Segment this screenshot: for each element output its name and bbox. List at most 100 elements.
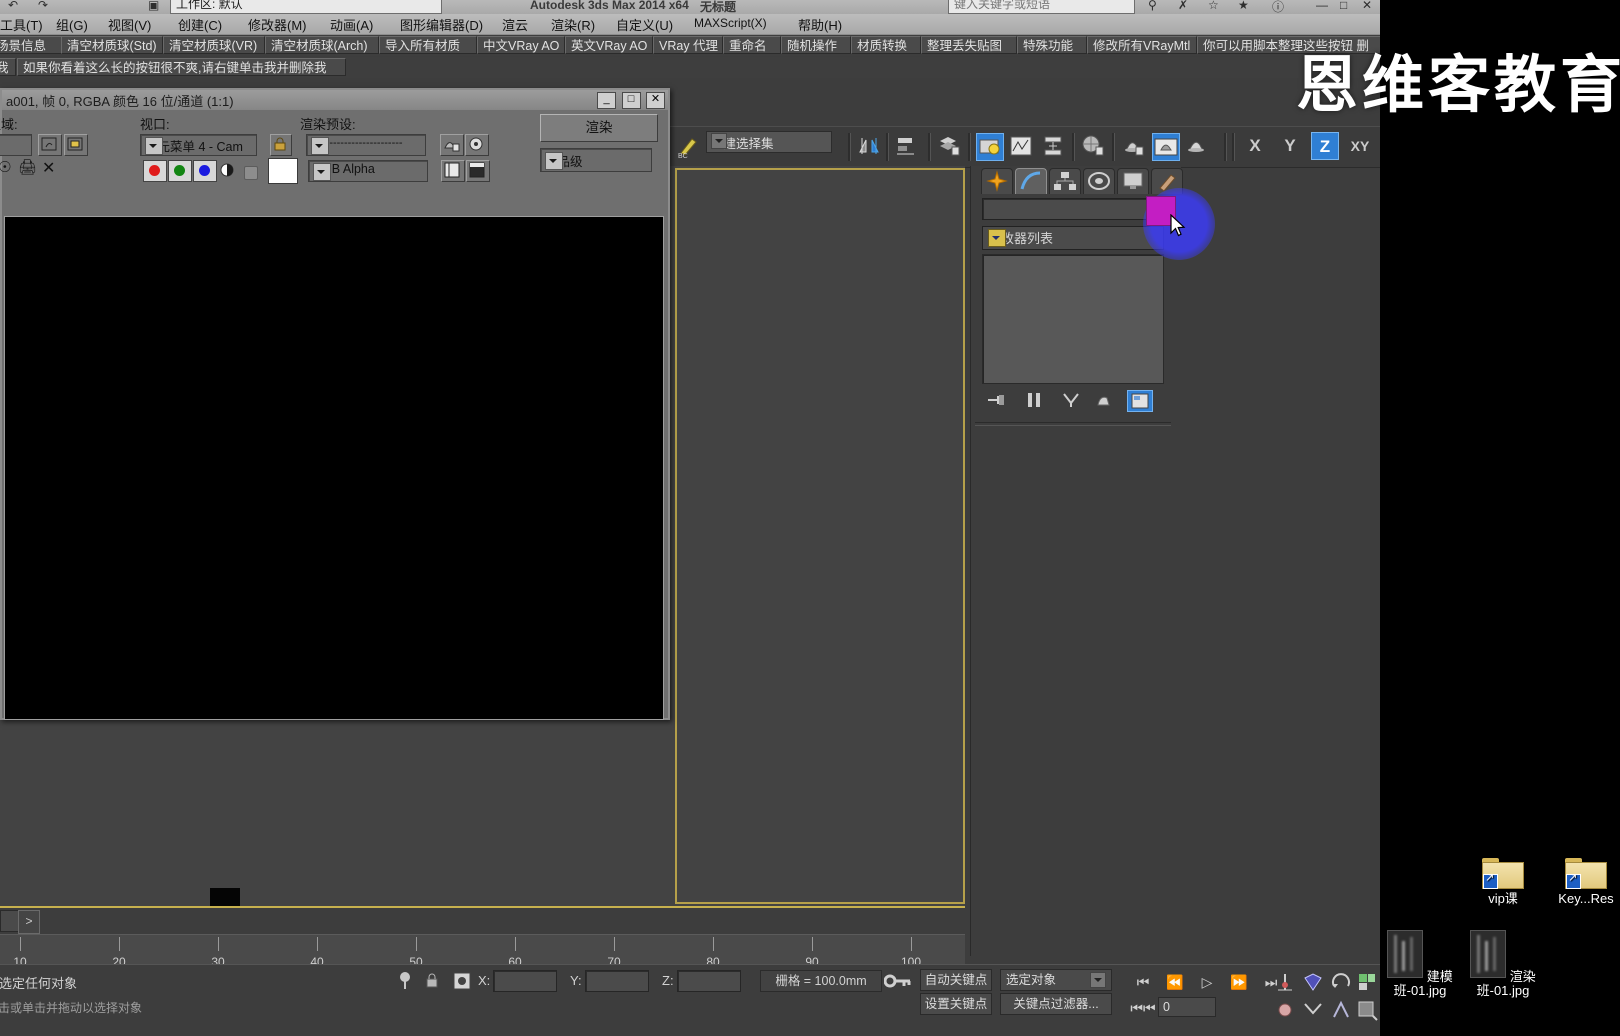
key-mode-icon[interactable] [883,973,912,994]
material-editor-icon[interactable] [1080,133,1108,161]
object-name-input[interactable] [982,198,1164,220]
help-icon[interactable]: ⓘ [1272,0,1284,14]
close-icon[interactable]: ✕ [1362,0,1372,12]
align-icon[interactable] [894,133,922,161]
search-icon[interactable]: ⚲ [1148,0,1157,12]
clear-icon[interactable]: ✕ [42,158,55,178]
script-button[interactable]: 整理丢失贴图 [921,36,1017,54]
viewport-dropdown[interactable]: 四元菜单 4 - Cam [140,134,257,156]
script-button[interactable]: 中文VRay AO [477,36,565,54]
desktop-icon-vip[interactable]: vip课 [1466,855,1540,906]
show-end-result-icon[interactable] [1022,390,1048,412]
menu-rendering[interactable]: 渲染(R) [551,15,595,34]
set-key-button[interactable]: 设置关键点 [920,993,992,1015]
script-button[interactable]: 场景信息 [0,36,62,54]
x-coordinate-input[interactable] [493,970,557,992]
render-production-icon[interactable] [1184,133,1212,161]
menu-modifiers[interactable]: 修改器(M) [248,15,307,34]
orbit-icon[interactable] [1330,971,1352,998]
close-button[interactable]: ✕ [646,92,665,109]
chevron-down-icon[interactable] [988,229,1006,247]
lock-icon[interactable] [270,134,292,156]
create-tab[interactable] [981,168,1013,194]
script-button[interactable]: 材质转换 [851,36,921,54]
menu-customize[interactable]: 自定义(U) [616,15,673,34]
star-icon[interactable]: ☆ [1208,0,1219,12]
script-button[interactable]: 我 [0,58,16,76]
menu-graph-editors[interactable]: 图形编辑器(D) [400,15,483,34]
menu-xuanyun[interactable]: 渲云 [502,15,528,34]
scene-explorer-icon[interactable] [976,133,1004,161]
field-of-view-icon[interactable] [1330,999,1352,1026]
minimize-icon[interactable]: — [1316,0,1328,12]
menu-tools[interactable]: 工具(T) [0,15,43,34]
redo-icon[interactable]: ↷ [38,0,48,12]
search-input[interactable]: 键入关键字或短语 [948,0,1135,14]
z-coordinate-input[interactable] [677,970,741,992]
script-button[interactable]: 导入所有材质 [379,36,477,54]
script-button[interactable]: VRay 代理 [653,36,723,54]
select-and-manipulate-icon[interactable] [1302,971,1324,998]
motion-tab[interactable] [1083,168,1115,194]
script-button[interactable]: 修改所有VRayMtl [1087,36,1197,54]
bookmark-icon[interactable]: ★ [1238,0,1249,12]
display-tab[interactable] [1117,168,1149,194]
mirror-icon[interactable] [856,133,884,161]
layer-manager-icon[interactable] [936,133,964,161]
modify-tab[interactable] [1015,168,1047,194]
menu-maxscript[interactable]: MAXScript(X) [694,16,767,30]
key-mode-toggle-icon[interactable]: ⏮⏮ [1128,997,1158,1019]
remove-modifier-icon[interactable] [1091,390,1117,412]
chevron-down-icon[interactable] [145,137,163,155]
hierarchy-tab[interactable] [1049,168,1081,194]
script-button[interactable]: 重命名 [723,36,781,54]
duplicate-view-icon[interactable] [466,160,490,182]
chevron-down-icon[interactable] [1090,972,1106,988]
render-setup-icon[interactable] [440,134,464,156]
axis-constraint-z[interactable]: Z [1311,132,1339,160]
track-bar-expand[interactable]: > [18,910,40,934]
selection-lock-pin-icon[interactable] [396,971,414,996]
rfw-title-bar[interactable]: a001, 帧 0, RGBA 颜色 16 位/通道 (1:1) _ □ ✕ [2,90,668,111]
absolute-relative-toggle-icon[interactable] [452,971,472,996]
print-icon[interactable]: 🖨 [18,158,37,176]
curve-editor-icon[interactable] [1008,133,1036,161]
previous-frame-icon[interactable]: ⏪ [1160,971,1190,993]
pin-icon[interactable]: ✗ [1178,0,1188,12]
schematic-view-icon[interactable] [1040,133,1068,161]
render-preset-dropdown[interactable]: ------------------------- [306,134,426,156]
environment-icon[interactable] [465,134,489,156]
rendered-frame-window-icon[interactable] [1152,133,1180,161]
color-swatch-white[interactable] [268,158,298,184]
toggle-ui-icon[interactable] [441,160,465,182]
rendered-frame-window[interactable]: a001, 帧 0, RGBA 颜色 16 位/通道 (1:1) _ □ ✕ 区… [0,88,670,720]
auto-key-button[interactable]: 自动关键点 [920,969,992,991]
script-button[interactable]: 清空材质球(Std) [61,36,163,54]
pin-stack-icon[interactable] [984,390,1010,412]
mono-channel-button[interactable] [244,166,258,180]
script-button-long[interactable]: 如果你看着这么长的按钮很不爽,请右键单击我并删除我 [17,58,346,76]
named-selection-icon[interactable]: BC [676,133,704,161]
axis-constraint-y[interactable]: Y [1276,132,1304,160]
current-frame-input[interactable]: 0 [1158,997,1216,1017]
rendered-image[interactable] [4,216,664,720]
modifier-stack-list[interactable] [982,254,1164,384]
selection-lock-icon[interactable] [424,971,440,996]
chevron-down-icon[interactable] [545,152,563,170]
auto-region-selected-icon[interactable] [38,134,62,156]
desktop-icon-xuanran[interactable]: 渲染班-01.jpg [1466,930,1540,998]
script-button[interactable]: 清空材质球(Arch) [265,36,379,54]
minimize-button[interactable]: _ [597,92,617,109]
axis-constraint-x[interactable]: X [1241,132,1269,160]
channel-dropdown[interactable]: RGB Alpha [308,160,428,182]
desktop-icon-key[interactable]: Key...Res [1549,855,1620,906]
red-channel-button[interactable] [143,160,167,182]
zoom-extents-icon[interactable] [1302,999,1324,1026]
menu-group[interactable]: 组(G) [56,15,88,34]
chevron-down-icon[interactable] [313,163,331,181]
key-filters-button[interactable]: 关键点过滤器... [1000,993,1112,1015]
render-button[interactable]: 渲染 [540,114,658,142]
area-dropdown[interactable] [0,134,32,156]
menu-animation[interactable]: 动画(A) [330,15,373,34]
named-selection-set-dropdown[interactable]: 创建选择集 [706,131,832,153]
